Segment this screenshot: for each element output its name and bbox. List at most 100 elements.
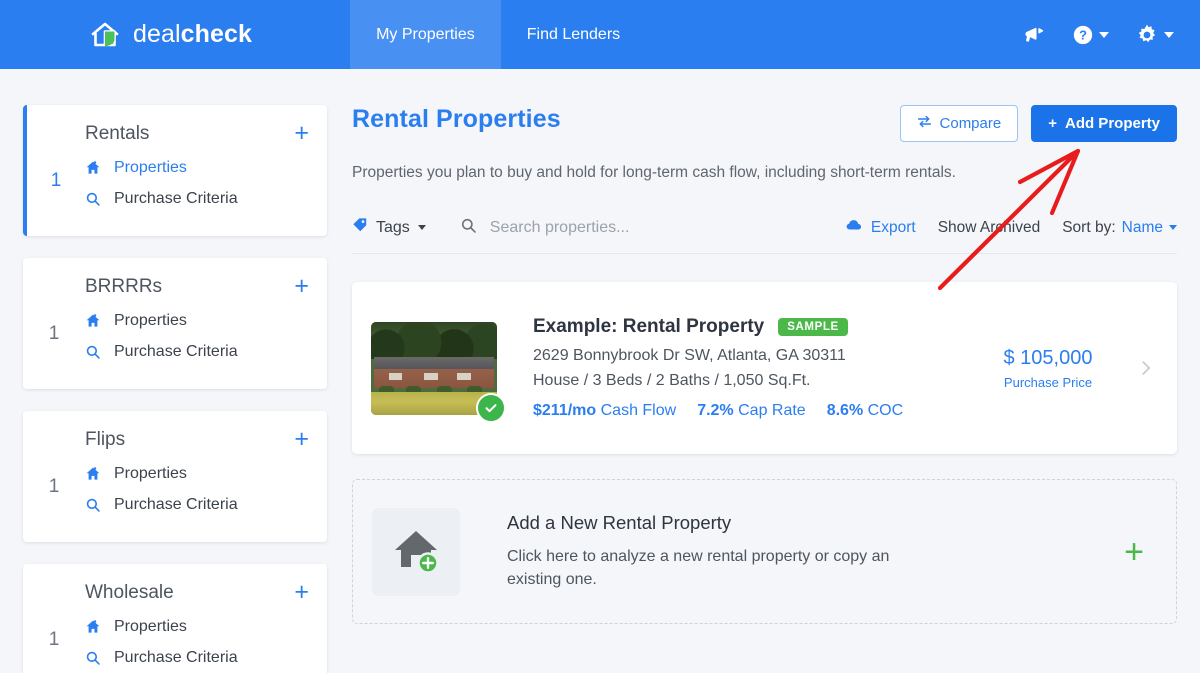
property-price-block: $ 105,000 Purchase Price bbox=[981, 347, 1121, 390]
house-icon bbox=[85, 160, 101, 176]
add-property-description: Click here to analyze a new rental prope… bbox=[507, 547, 890, 588]
property-thumbnail-wrap bbox=[371, 321, 506, 423]
sidebar-item-rentals-properties[interactable]: Properties bbox=[85, 159, 309, 177]
add-brrrrs-button[interactable]: + bbox=[284, 274, 309, 299]
property-open-chevron[interactable] bbox=[1121, 359, 1155, 377]
sidebar-item-label: Properties bbox=[114, 159, 187, 176]
property-specs: House / 3 Beds / 2 Baths / 1,050 Sq.Ft. bbox=[533, 372, 811, 389]
metric-coc-label: COC bbox=[867, 402, 904, 419]
sidebar-card-flips-title: Flips bbox=[85, 428, 126, 450]
main-content: Rental Properties Compare + Add Property bbox=[352, 105, 1200, 673]
sidebar-card-wholesale-title: Wholesale bbox=[85, 581, 174, 603]
brand-name-second: check bbox=[180, 20, 253, 48]
add-property-thumbnail bbox=[372, 507, 460, 596]
megaphone-button[interactable] bbox=[1023, 23, 1046, 46]
brand-logo-group[interactable]: dealcheck bbox=[0, 0, 252, 69]
metric-cash-flow: $211/mo Cash Flow bbox=[533, 402, 676, 420]
page-body: 1 Rentals + Properties Purchase Criteria… bbox=[0, 69, 1200, 673]
sidebar-item-label: Properties bbox=[114, 618, 187, 635]
tag-icon bbox=[352, 217, 368, 238]
search-icon bbox=[460, 217, 477, 239]
sidebar-card-flips-count: 1 bbox=[48, 476, 60, 497]
compare-button[interactable]: Compare bbox=[899, 105, 1019, 142]
property-price-value: $ 105,000 bbox=[1003, 346, 1093, 369]
sidebar-item-flips-criteria[interactable]: Purchase Criteria bbox=[85, 496, 309, 514]
property-card[interactable]: Example: Rental Property SAMPLE 2629 Bon… bbox=[352, 282, 1177, 454]
metric-cash-flow-value: $211/mo bbox=[533, 402, 597, 419]
sort-by-value: Name bbox=[1121, 218, 1163, 236]
property-metrics: $211/mo Cash Flow 7.2% Cap Rate 8.6% COC bbox=[533, 402, 981, 420]
metric-coc-value: 8.6% bbox=[826, 402, 864, 419]
sidebar-item-label: Purchase Criteria bbox=[114, 649, 238, 666]
add-property-title: Add a New Rental Property bbox=[507, 511, 732, 533]
sidebar-card-brrrrs[interactable]: 1 BRRRRs + Properties Purchase Criteria bbox=[23, 258, 327, 389]
sidebar-card-brrrrs-count: 1 bbox=[48, 323, 60, 344]
metric-cap-rate-label: Cap Rate bbox=[738, 402, 806, 419]
search-icon bbox=[85, 650, 101, 666]
svg-text:?: ? bbox=[1079, 27, 1087, 42]
properties-toolbar: Tags Export bbox=[352, 216, 1177, 254]
help-menu-button[interactable]: ? bbox=[1072, 24, 1109, 46]
property-info: Example: Rental Property SAMPLE 2629 Bon… bbox=[497, 316, 981, 420]
chevron-down-icon bbox=[1164, 31, 1174, 38]
metric-cash-flow-label: Cash Flow bbox=[600, 402, 677, 419]
sidebar-card-flips[interactable]: 1 Flips + Properties Purchase Criteria bbox=[23, 411, 327, 542]
nav-right-icons: ? bbox=[1023, 0, 1200, 69]
settings-menu-button[interactable] bbox=[1135, 23, 1174, 47]
plus-icon: + bbox=[1048, 115, 1057, 132]
sidebar-item-brrrrs-properties[interactable]: Properties bbox=[85, 312, 309, 330]
settings-gear-icon bbox=[1135, 23, 1159, 47]
search-icon bbox=[85, 497, 101, 513]
top-navigation-bar: dealcheck My Properties Find Lenders ? bbox=[0, 0, 1200, 69]
property-address: 2629 Bonnybrook Dr SW, Atlanta, GA 30311 bbox=[533, 347, 846, 364]
metric-cap-rate: 7.2% Cap Rate bbox=[697, 402, 806, 420]
compare-button-label: Compare bbox=[939, 115, 1002, 132]
metric-cap-rate-value: 7.2% bbox=[697, 402, 734, 419]
export-button-label: Export bbox=[870, 218, 916, 236]
house-shield-logo-icon bbox=[88, 18, 122, 52]
sidebar-card-rentals[interactable]: 1 Rentals + Properties Purchase Criteria bbox=[23, 105, 327, 236]
help-icon: ? bbox=[1072, 24, 1094, 46]
tab-find-lenders-label: Find Lenders bbox=[526, 25, 621, 43]
sort-by-dropdown[interactable]: Sort by: Name bbox=[1062, 219, 1177, 237]
add-property-plus-icon[interactable]: + bbox=[1124, 535, 1154, 569]
show-archived-label: Show Archived bbox=[937, 218, 1041, 236]
sidebar: 1 Rentals + Properties Purchase Criteria… bbox=[0, 105, 352, 673]
sidebar-card-wholesale[interactable]: 1 Wholesale + Properties Purchase Criter… bbox=[23, 564, 327, 673]
sidebar-item-rentals-criteria[interactable]: Purchase Criteria bbox=[85, 190, 309, 208]
add-wholesale-button[interactable]: + bbox=[284, 580, 309, 605]
sample-badge: SAMPLE bbox=[778, 318, 848, 336]
sidebar-item-brrrrs-criteria[interactable]: Purchase Criteria bbox=[85, 343, 309, 361]
main-header-row: Rental Properties Compare + Add Property bbox=[352, 105, 1177, 142]
tab-my-properties[interactable]: My Properties bbox=[350, 0, 501, 69]
property-price-label: Purchase Price bbox=[1003, 374, 1093, 390]
sidebar-card-rentals-count: 1 bbox=[50, 170, 62, 191]
sidebar-item-flips-properties[interactable]: Properties bbox=[85, 465, 309, 483]
tab-my-properties-label: My Properties bbox=[376, 25, 475, 43]
add-new-property-card[interactable]: Add a New Rental Property Click here to … bbox=[352, 479, 1177, 624]
add-flips-button[interactable]: + bbox=[284, 427, 309, 452]
chevron-down-icon bbox=[1099, 31, 1109, 38]
add-property-button-label: Add Property bbox=[1064, 115, 1160, 132]
tags-filter-label: Tags bbox=[376, 218, 410, 236]
tab-find-lenders[interactable]: Find Lenders bbox=[501, 0, 646, 69]
tags-filter-button[interactable]: Tags bbox=[352, 217, 426, 238]
sidebar-card-rentals-title: Rentals bbox=[85, 122, 150, 144]
show-archived-button[interactable]: Show Archived bbox=[938, 219, 1041, 237]
brand-name: dealcheck bbox=[133, 20, 252, 49]
add-property-info: Add a New Rental Property Click here to … bbox=[460, 512, 1124, 591]
search-icon bbox=[85, 191, 101, 207]
export-button[interactable]: Export bbox=[845, 216, 916, 239]
main-nav-tabs: My Properties Find Lenders bbox=[350, 0, 646, 69]
search-icon bbox=[85, 344, 101, 360]
sidebar-item-wholesale-criteria[interactable]: Purchase Criteria bbox=[85, 649, 309, 667]
chevron-down-icon bbox=[1169, 225, 1177, 230]
search-box[interactable] bbox=[460, 217, 845, 239]
search-input[interactable] bbox=[489, 218, 750, 237]
add-rentals-button[interactable]: + bbox=[284, 121, 309, 146]
cloud-icon bbox=[845, 216, 863, 239]
add-property-button[interactable]: + Add Property bbox=[1031, 105, 1177, 142]
house-icon bbox=[85, 466, 101, 482]
sidebar-item-label: Purchase Criteria bbox=[114, 343, 238, 360]
sidebar-item-wholesale-properties[interactable]: Properties bbox=[85, 618, 309, 636]
